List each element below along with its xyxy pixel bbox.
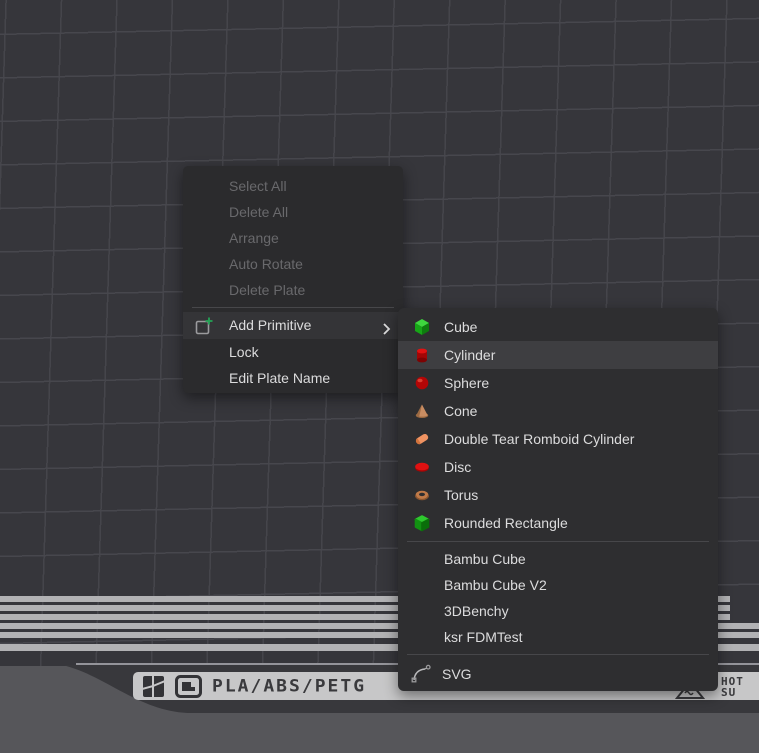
cylinder-icon [413, 346, 431, 364]
plate-logo-icon [175, 675, 202, 698]
plate-stripe [717, 614, 730, 620]
plate-stripe [717, 605, 730, 611]
menu-item-lock[interactable]: Lock [183, 339, 403, 365]
menu-item-select-all: Select All [183, 173, 403, 199]
add-primitive-submenu: Cube Cylinder Sphere Cone Double Tear Romboi… [398, 308, 718, 691]
menu-item-add-primitive[interactable]: Add Primitive [183, 312, 403, 339]
submenu-model-group: Bambu CubeBambu Cube V23DBenchyksr FDMTe… [398, 546, 718, 650]
menu-item-label: Cube [444, 319, 477, 335]
menu-item-label: Sphere [444, 375, 489, 391]
menu-item-auto-rotate: Auto Rotate [183, 251, 403, 277]
double-tear-romboid-cylinder-icon [413, 430, 431, 448]
menu-item-label: Rounded Rectangle [444, 515, 568, 531]
menu-item-cube[interactable]: Cube [398, 313, 718, 341]
menu-item-delete-all: Delete All [183, 199, 403, 225]
menu-item-ksr-fdmtest[interactable]: ksr FDMTest [398, 624, 718, 650]
torus-icon [413, 486, 431, 504]
menu-item-torus[interactable]: Torus [398, 481, 718, 509]
menu-item-label: Add Primitive [229, 317, 311, 333]
plate-stripe [717, 632, 759, 638]
menu-item-label: Cylinder [444, 347, 495, 363]
menu-item-edit-plate-name[interactable]: Edit Plate Name [183, 365, 403, 391]
plate-stripe [0, 632, 398, 638]
rounded-rectangle-icon [413, 514, 431, 532]
menu-item-label: Double Tear Romboid Cylinder [444, 431, 634, 447]
cube-icon [413, 318, 431, 336]
menu-item-arrange: Arrange [183, 225, 403, 251]
menu-item-label: SVG [442, 666, 472, 682]
menu-item-rounded-rectangle[interactable]: Rounded Rectangle [398, 509, 718, 537]
menu-item-label: Cone [444, 403, 477, 419]
chevron-right-icon [382, 318, 391, 345]
menu-item-bambu-cube-v2[interactable]: Bambu Cube V2 [398, 572, 718, 598]
menu-item-3dbenchy[interactable]: 3DBenchy [398, 598, 718, 624]
menu-item-cone[interactable]: Cone [398, 397, 718, 425]
submenu-primitive-group: Cube Cylinder Sphere Cone Double Tear Romboi… [398, 313, 718, 537]
plate-stripe [0, 605, 398, 611]
sphere-icon [413, 374, 431, 392]
context-menu: Select AllDelete AllArrangeAuto RotateDe… [183, 166, 403, 393]
menu-separator [407, 654, 709, 655]
svg-bezier-icon [410, 663, 432, 685]
plate-material-label: PLA/ABS/PETG [212, 676, 366, 696]
add-primitive-icon [194, 316, 214, 345]
menu-item-cylinder[interactable]: Cylinder [398, 341, 718, 369]
plate-stripe [0, 614, 398, 620]
slicer-3d-viewport[interactable]: PLA/ABS/PETG HOT SU Select AllDelete All… [0, 0, 759, 753]
cone-icon [413, 402, 431, 420]
menu-item-disc[interactable]: Disc [398, 453, 718, 481]
plate-stripe [717, 623, 759, 629]
menu-separator [407, 541, 709, 542]
menu-item-bambu-cube[interactable]: Bambu Cube [398, 546, 718, 572]
menu-item-delete-plate: Delete Plate [183, 277, 403, 303]
hot-surface-text-line2: SU [721, 687, 744, 698]
plate-stripe [717, 596, 730, 602]
menu-item-label: Torus [444, 487, 478, 503]
context-menu-disabled-group: Select AllDelete AllArrangeAuto RotateDe… [183, 173, 403, 303]
disc-icon [413, 458, 431, 476]
plate-stripe [0, 644, 398, 651]
menu-item-double-tear-romboid-cylinder[interactable]: Double Tear Romboid Cylinder [398, 425, 718, 453]
menu-item-svg[interactable]: SVG [398, 659, 718, 689]
menu-item-sphere[interactable]: Sphere [398, 369, 718, 397]
menu-separator [192, 307, 394, 308]
plate-stripe [717, 644, 759, 651]
plate-stripe [0, 596, 398, 602]
plate-stripe [0, 623, 398, 629]
menu-item-label: Disc [444, 459, 471, 475]
bambu-logo-icon [142, 675, 165, 698]
